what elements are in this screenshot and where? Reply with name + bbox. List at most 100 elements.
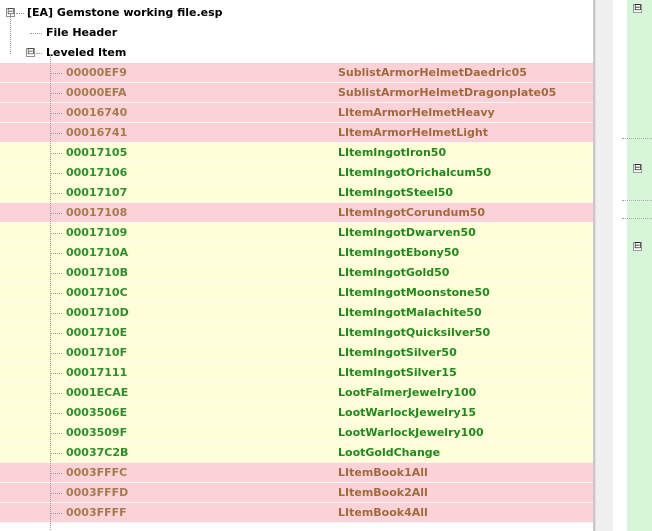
form-id: 00017109 (66, 226, 128, 239)
record-row[interactable]: 0001710A LItemIngotEbony50 (0, 243, 593, 263)
form-id: 0001710E (66, 326, 128, 339)
editor-id: LootFalmerJewelry100 (338, 386, 477, 399)
form-id: 00017107 (66, 186, 128, 199)
tree-connector (622, 138, 652, 139)
tree-connector (50, 73, 62, 74)
tree-connector (622, 218, 652, 219)
editor-id: LItemIngotCorundum50 (338, 206, 486, 219)
form-id: 0003FFFD (66, 486, 129, 499)
editor-id: LItemBook1All (338, 466, 428, 479)
editor-id: LItemIngotQuicksilver50 (338, 326, 491, 339)
tree-connector (50, 453, 62, 454)
tree-connector (50, 193, 62, 194)
tree-connector (50, 253, 62, 254)
tree-connector (50, 393, 62, 394)
tree-connector (50, 54, 51, 531)
form-id: 00016740 (66, 106, 128, 119)
record-row[interactable]: 0001710E LItemIngotQuicksilver50 (0, 323, 593, 343)
collapse-icon[interactable]: ⊟ (633, 242, 642, 251)
tree-connector (50, 433, 62, 434)
tree-connector (30, 33, 42, 34)
collapse-icon[interactable]: ⊟ (633, 4, 642, 13)
editor-id: SublistArmorHelmetDaedric05 (338, 66, 527, 79)
editor-id: LItemIngotSilver15 (338, 366, 457, 379)
editor-id: LItemIngotOrichalcum50 (338, 166, 492, 179)
record-row[interactable]: 0001710F LItemIngotSilver50 (0, 343, 593, 363)
editor-id: LItemIngotGold50 (338, 266, 450, 279)
record-row[interactable]: 0001ECAE LootFalmerJewelry100 (0, 383, 593, 403)
form-id: 0003FFFC (66, 466, 128, 479)
form-id: 00016741 (66, 126, 128, 139)
editor-id: LootWarlockJewelry15 (338, 406, 476, 419)
record-row[interactable]: 0003FFFC LItemBook1All (0, 463, 593, 483)
tree-connector (50, 233, 62, 234)
tree-connector (10, 14, 11, 54)
tree-connector (50, 293, 62, 294)
tree-connector (50, 313, 62, 314)
tree-connector (50, 473, 62, 474)
tree-connector (50, 173, 62, 174)
tree-connector (50, 273, 62, 274)
record-row[interactable]: 00017105 LItemIngotIron50 (0, 143, 593, 163)
form-id: 0003506E (66, 406, 128, 419)
tree-node-file-header[interactable]: File Header (0, 23, 593, 43)
record-row[interactable]: 0003FFFF LItemBook4All (0, 503, 593, 523)
tree-connector (50, 413, 62, 414)
form-id: 0001710F (66, 346, 128, 359)
tree-connector (622, 200, 652, 201)
form-id: 00037C2B (66, 446, 129, 459)
record-row[interactable]: 00016740 LItemArmorHelmetHeavy (0, 103, 593, 123)
file-header-label: File Header (46, 26, 118, 39)
editor-id: LItemIngotSilver50 (338, 346, 457, 359)
form-id: 00017108 (66, 206, 128, 219)
file-name: [EA] Gemstone working file.esp (27, 6, 223, 19)
tree-node-file[interactable]: ⊟ [EA] Gemstone working file.esp (0, 3, 593, 23)
editor-id: LootWarlockJewelry100 (338, 426, 484, 439)
form-id: 00017111 (66, 366, 128, 379)
record-row[interactable]: 0003509F LootWarlockJewelry100 (0, 423, 593, 443)
form-id: 0001710D (66, 306, 129, 319)
record-row[interactable]: 0003FFFD LItemBook2All (0, 483, 593, 503)
record-tree[interactable]: ⊟ [EA] Gemstone working file.esp File He… (0, 0, 593, 531)
form-id: 0003509F (66, 426, 128, 439)
tree-connector (50, 153, 62, 154)
editor-id: LItemIngotMalachite50 (338, 306, 482, 319)
form-id: 0001710A (66, 246, 129, 259)
record-row[interactable]: 00016741 LItemArmorHelmetLight (0, 123, 593, 143)
editor-id: LItemArmorHelmetLight (338, 126, 489, 139)
record-row[interactable]: 00037C2B LootGoldChange (0, 443, 593, 463)
record-row[interactable]: 00017106 LItemIngotOrichalcum50 (0, 163, 593, 183)
editor-id: LItemArmorHelmetHeavy (338, 106, 495, 119)
collapse-icon[interactable]: ⊟ (633, 164, 642, 173)
tree-connector (36, 53, 42, 54)
tree-connector (50, 373, 62, 374)
tree-connector (50, 513, 62, 514)
collapse-icon[interactable]: ⊟ (26, 48, 35, 57)
record-row[interactable]: 00017107 LItemIngotSteel50 (0, 183, 593, 203)
editor-id: LItemBook4All (338, 506, 428, 519)
record-row[interactable]: 00017109 LItemIngotDwarven50 (0, 223, 593, 243)
editor-id: SublistArmorHelmetDragonplate05 (338, 86, 557, 99)
form-id: 00000EF9 (66, 66, 127, 79)
right-panel-highlight (627, 0, 652, 531)
record-row[interactable]: 0001710D LItemIngotMalachite50 (0, 303, 593, 323)
form-id: 00000EFA (66, 86, 127, 99)
form-id: 00017106 (66, 166, 128, 179)
group-label: Leveled Item (46, 46, 127, 59)
editor-id: LootGoldChange (338, 446, 441, 459)
form-id: 0001710C (66, 286, 128, 299)
record-row[interactable]: 00000EFA SublistArmorHelmetDragonplate05 (0, 83, 593, 103)
editor-id: LItemBook2All (338, 486, 428, 499)
record-row[interactable]: 0001710C LItemIngotMoonstone50 (0, 283, 593, 303)
record-row[interactable]: 00017108 LItemIngotCorundum50 (0, 203, 593, 223)
tree-connector (50, 213, 62, 214)
record-row[interactable]: 0003506E LootWarlockJewelry15 (0, 403, 593, 423)
record-row[interactable]: 00000EF9 SublistArmorHelmetDaedric05 (0, 63, 593, 83)
record-row[interactable]: 0001710B LItemIngotGold50 (0, 263, 593, 283)
vertical-scrollbar[interactable] (595, 0, 613, 531)
editor-id: LItemIngotSteel50 (338, 186, 454, 199)
editor-id: LItemIngotMoonstone50 (338, 286, 490, 299)
tree-node-leveled-item[interactable]: ⊟ Leveled Item (0, 43, 593, 63)
record-row[interactable]: 00017111 LItemIngotSilver15 (0, 363, 593, 383)
tree-connector (50, 493, 62, 494)
